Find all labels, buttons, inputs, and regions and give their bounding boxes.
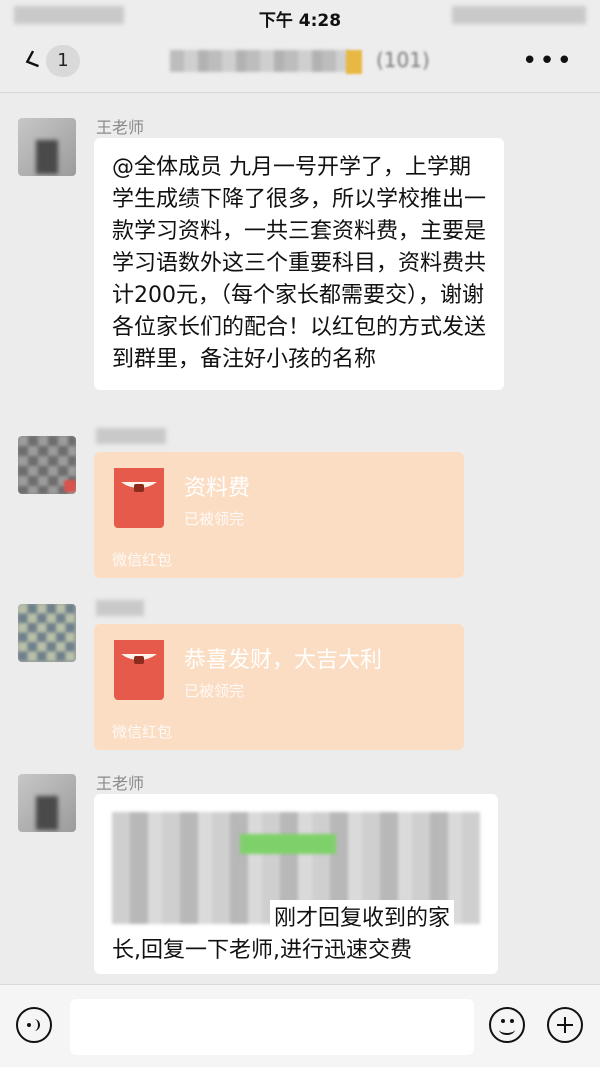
sender-name: 王老师 <box>96 774 145 793</box>
group-name-blurred <box>170 50 350 72</box>
voice-icon[interactable] <box>16 1007 52 1043</box>
red-packet-title: 资料费 <box>184 476 251 501</box>
group-name: (101) <box>170 48 460 76</box>
group-name-emoji-blurred <box>346 50 362 74</box>
red-packet[interactable]: 恭喜发财，大吉大利 已被领完 微信红包 <box>94 624 464 750</box>
red-packet-footer: 微信红包 <box>112 723 173 741</box>
message-text: 长,回复一下老师,进行迅速交费 <box>112 938 412 963</box>
red-packet-status: 已被领完 <box>184 510 245 528</box>
red-packet-envelope-icon <box>114 640 164 700</box>
avatar[interactable] <box>18 604 76 662</box>
red-packet-envelope-icon <box>114 468 164 528</box>
more-icon[interactable]: ••• <box>522 48 574 74</box>
unread-count-badge[interactable]: 1 <box>46 45 80 77</box>
input-bar <box>0 984 600 1067</box>
status-bar: 下午 4:28 <box>0 0 600 32</box>
avatar[interactable] <box>18 118 76 176</box>
sender-name-blurred <box>96 600 144 616</box>
status-right-blurred <box>452 6 586 24</box>
red-packet[interactable]: 资料费 已被领完 微信红包 <box>94 452 464 578</box>
avatar[interactable] <box>18 774 76 832</box>
emoji-icon[interactable] <box>489 1007 525 1043</box>
message-text: @全体成员 九月一号开学了，上学期学生成绩下降了很多，所以学校推出一款学习资料，… <box>112 155 487 372</box>
plus-icon[interactable] <box>547 1007 583 1043</box>
red-packet-title: 恭喜发财，大吉大利 <box>184 648 383 673</box>
back-arrow-icon[interactable] <box>20 48 44 72</box>
message-input[interactable] <box>70 999 474 1055</box>
message-bubble[interactable]: 刚才回复收到的家 长,回复一下老师,进行迅速交费 <box>94 794 498 974</box>
message-text: 刚才回复收到的家 <box>270 900 455 932</box>
redacted-mention <box>240 834 336 854</box>
avatar[interactable] <box>18 436 76 494</box>
message-bubble[interactable]: @全体成员 九月一号开学了，上学期学生成绩下降了很多，所以学校推出一款学习资料，… <box>94 138 504 390</box>
sender-name-blurred <box>96 428 166 444</box>
chat-header: 1 (101) ••• <box>0 32 600 93</box>
sender-name: 王老师 <box>96 118 145 137</box>
group-member-count: (101) <box>376 48 430 72</box>
red-packet-status: 已被领完 <box>184 682 245 700</box>
red-packet-footer: 微信红包 <box>112 551 173 569</box>
